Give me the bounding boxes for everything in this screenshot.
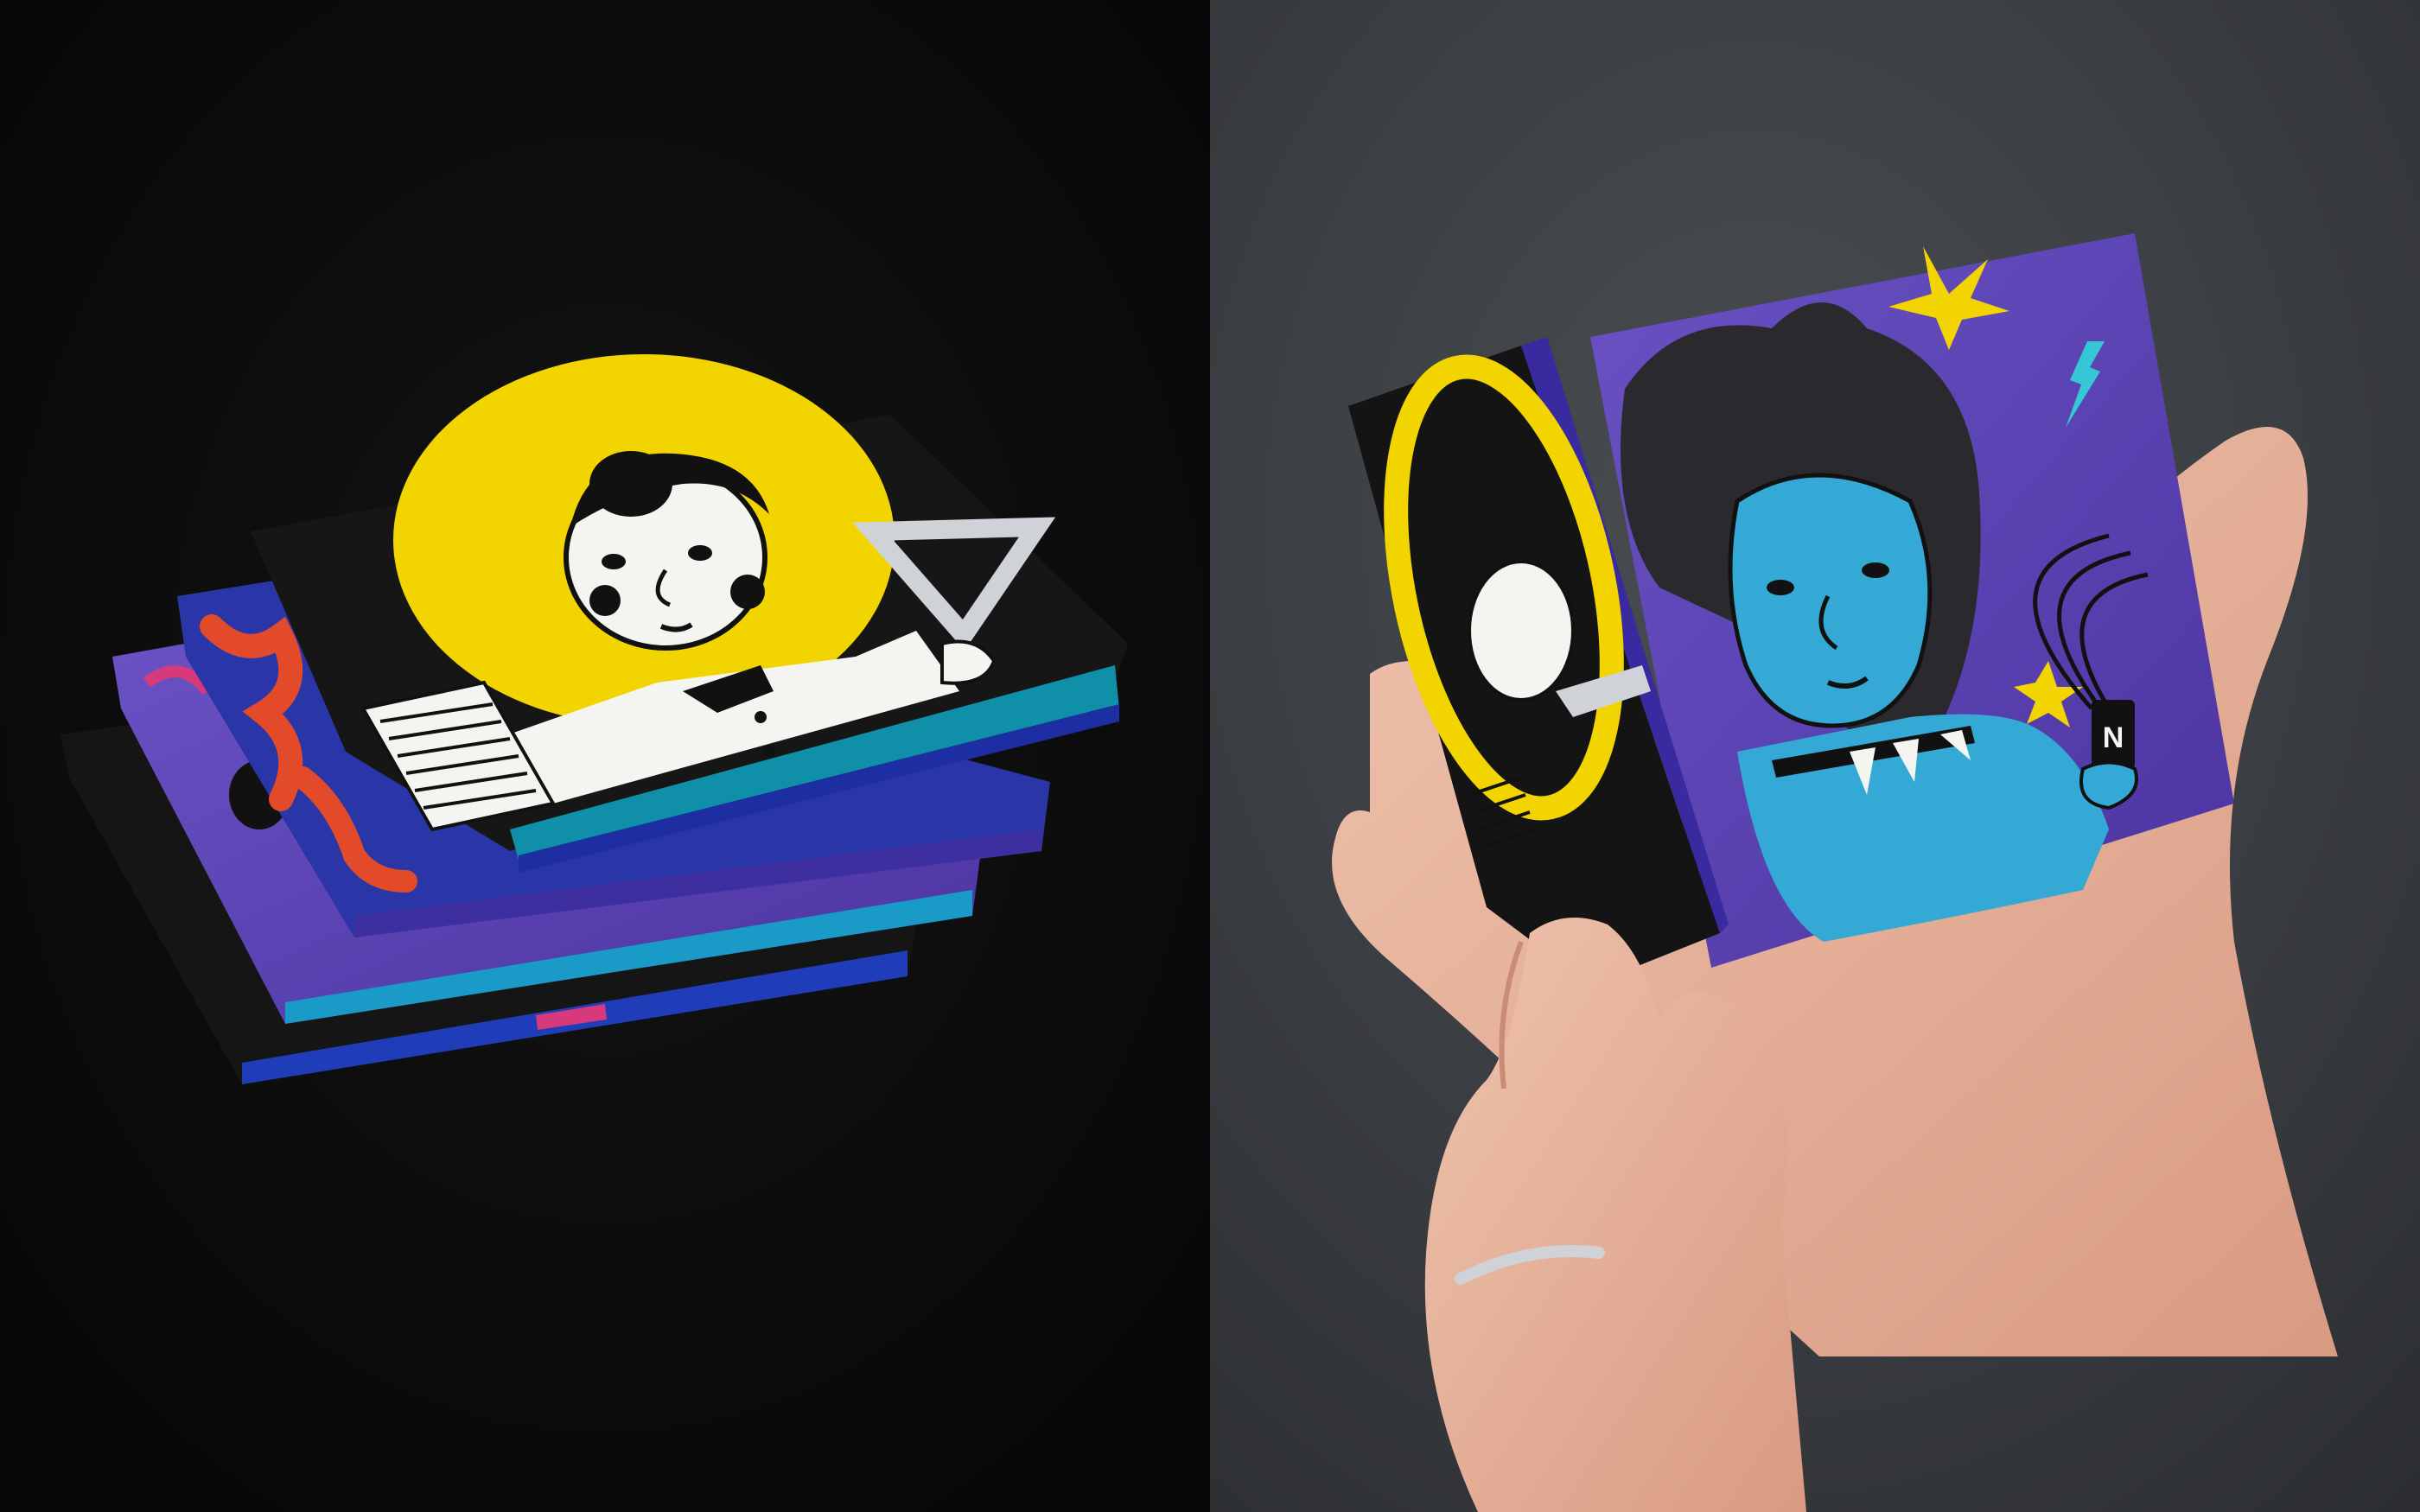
cheek-mark [589, 585, 621, 616]
left-panel [0, 0, 1210, 1512]
figure-hair-bun [589, 451, 672, 517]
blue-figure-face [1728, 473, 1933, 728]
right-panel: N [1210, 0, 2420, 1512]
photo-collage: N [0, 0, 2420, 1512]
cheek-mark [730, 575, 765, 609]
button [763, 746, 775, 758]
flap-figure-face [1468, 560, 1575, 702]
device-logo-icon: N [2103, 721, 2124, 754]
left-eye [1767, 580, 1794, 595]
right-eye [1862, 562, 1889, 578]
button [755, 711, 767, 723]
right-eye [688, 545, 712, 561]
left-eye [602, 554, 626, 569]
